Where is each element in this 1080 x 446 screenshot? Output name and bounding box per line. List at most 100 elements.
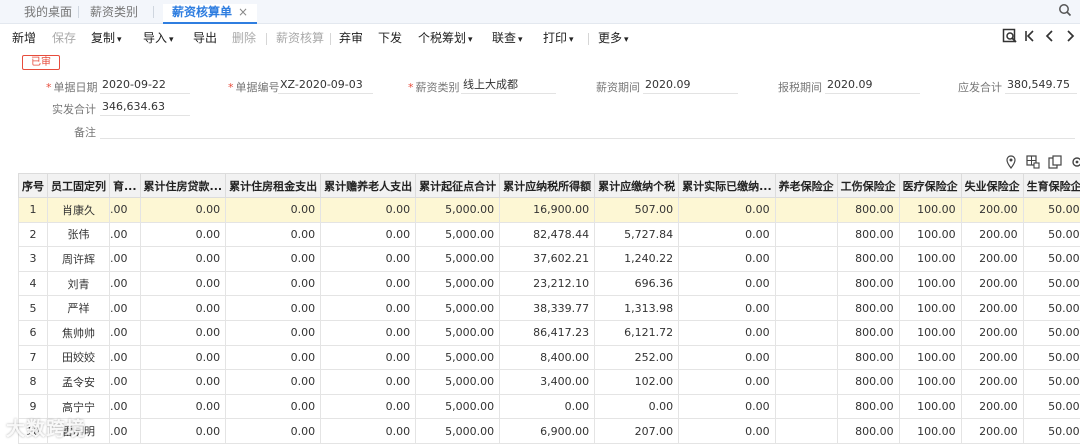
column-header[interactable]: 累计住房租金支出 — [225, 173, 322, 198]
grid-settings-icon[interactable] — [1026, 155, 1040, 169]
table-cell[interactable]: 5,727.84 — [594, 221, 680, 248]
table-cell[interactable]: 6 — [18, 319, 48, 346]
table-cell[interactable]: 2 — [18, 221, 48, 248]
table-cell[interactable]: 100.00 — [898, 246, 962, 272]
table-cell[interactable]: 252.00 — [594, 344, 680, 371]
table-cell[interactable]: 0.00 — [320, 295, 417, 321]
table-cell[interactable]: 50.00 — [1022, 221, 1080, 248]
table-cell[interactable]: 102.00 — [594, 369, 680, 395]
table-cell[interactable]: 50.00 — [1022, 369, 1080, 395]
table-cell[interactable]: 507.00 — [594, 197, 680, 223]
table-cell[interactable] — [774, 246, 838, 272]
table-cell[interactable] — [774, 295, 838, 321]
table-cell[interactable]: 0.00 — [139, 197, 227, 223]
table-cell[interactable]: .00 — [109, 246, 141, 272]
column-header[interactable]: 累计应缴纳个税 — [594, 173, 680, 198]
tab-salary-category[interactable]: 薪资类别 — [90, 4, 138, 22]
table-cell[interactable]: 8,400.00 — [499, 344, 596, 371]
table-cell[interactable]: 0.00 — [225, 369, 322, 395]
table-cell[interactable]: 800.00 — [836, 270, 900, 297]
table-cell[interactable]: 200.00 — [960, 418, 1024, 444]
new-button[interactable]: 新增 — [12, 29, 36, 46]
column-header[interactable]: 医疗保险企 — [898, 173, 962, 198]
table-cell[interactable]: 100.00 — [898, 270, 962, 297]
table-cell[interactable]: 7 — [18, 344, 48, 371]
table-cell[interactable]: 100.00 — [898, 197, 962, 223]
table-cell[interactable]: 800.00 — [836, 369, 900, 395]
table-cell[interactable]: 0.00 — [139, 418, 227, 444]
issue-button[interactable]: 下发 — [378, 29, 402, 46]
table-cell[interactable]: 82,478.44 — [499, 221, 596, 248]
table-cell[interactable]: 严祥 — [47, 295, 110, 321]
table-cell[interactable]: 6,900.00 — [499, 418, 596, 444]
table-row[interactable]: 6 焦帅帅 .00 0.00 0.00 0.00 5,000.00 86,417.23 6,12… — [18, 319, 1080, 346]
table-cell[interactable]: 0.00 — [139, 246, 227, 272]
table-cell[interactable]: 肖康久 — [47, 197, 110, 223]
table-cell[interactable]: 0.00 — [225, 246, 322, 272]
table-cell[interactable]: .00 — [109, 221, 141, 248]
table-cell[interactable]: 1,313.98 — [594, 295, 680, 321]
table-cell[interactable]: 3,400.00 — [499, 369, 596, 395]
table-cell[interactable]: 5,000.00 — [415, 221, 501, 248]
table-cell[interactable]: .00 — [109, 418, 141, 444]
search-doc-icon[interactable] — [1002, 28, 1018, 44]
table-cell[interactable] — [774, 393, 838, 420]
table-cell[interactable]: 38,339.77 — [499, 295, 596, 321]
table-cell[interactable]: 0.00 — [320, 418, 417, 444]
table-cell[interactable]: 孟令安 — [47, 369, 110, 395]
table-cell[interactable]: 0.00 — [225, 418, 322, 444]
table-cell[interactable]: 800.00 — [836, 344, 900, 371]
table-cell[interactable] — [774, 319, 838, 346]
table-cell[interactable]: 50.00 — [1022, 319, 1080, 346]
salary-calc-button[interactable]: 薪资核算 — [276, 29, 324, 46]
table-row[interactable]: 7 田姣姣 .00 0.00 0.00 0.00 5,000.00 8,400.00 252.0… — [18, 344, 1080, 371]
table-cell[interactable]: 0.00 — [225, 221, 322, 248]
chevron-right-icon[interactable] — [1062, 28, 1078, 44]
table-cell[interactable]: 5,000.00 — [415, 270, 501, 297]
table-row[interactable]: 4 刘青 .00 0.00 0.00 0.00 5,000.00 23,212.10 696.3… — [18, 270, 1080, 297]
column-header[interactable]: 生育保险企 — [1022, 173, 1080, 198]
table-cell[interactable]: 0.00 — [678, 369, 776, 395]
table-cell[interactable]: 0.00 — [139, 393, 227, 420]
table-cell[interactable]: .00 — [109, 197, 141, 223]
table-cell[interactable]: 0.00 — [594, 393, 680, 420]
remark-field[interactable] — [100, 123, 1075, 139]
doc-no-field[interactable]: XZ-2020-09-03 — [278, 78, 373, 94]
table-cell[interactable]: 3 — [18, 246, 48, 272]
table-cell[interactable]: 0.00 — [139, 221, 227, 248]
table-cell[interactable]: 1,240.22 — [594, 246, 680, 272]
column-header[interactable]: 序号 — [18, 173, 48, 198]
table-cell[interactable]: 0.00 — [678, 197, 776, 223]
link-query-button[interactable]: 联查 ▾ — [492, 29, 523, 46]
column-header[interactable]: 累计起征点合计 — [415, 173, 501, 198]
table-cell[interactable]: 200.00 — [960, 246, 1024, 272]
table-cell[interactable]: 800.00 — [836, 295, 900, 321]
table-cell[interactable]: 5,000.00 — [415, 197, 501, 223]
table-cell[interactable]: 0.00 — [139, 369, 227, 395]
table-cell[interactable]: 周许辉 — [47, 246, 110, 272]
copy-button[interactable]: 复制 ▾ — [91, 29, 122, 46]
table-cell[interactable]: 0.00 — [678, 319, 776, 346]
import-button[interactable]: 导入 ▾ — [143, 29, 174, 46]
table-cell[interactable]: 86,417.23 — [499, 319, 596, 346]
column-header[interactable]: 累计赡养老人支出 — [320, 173, 417, 198]
table-cell[interactable]: 800.00 — [836, 393, 900, 420]
table-cell[interactable]: 5,000.00 — [415, 319, 501, 346]
column-header[interactable]: 累计住房贷款... — [139, 173, 227, 198]
column-header[interactable]: 员工固定列 — [47, 173, 110, 198]
search-icon[interactable] — [1058, 3, 1072, 17]
table-cell[interactable]: 6,121.72 — [594, 319, 680, 346]
column-header[interactable]: 失业保险企 — [960, 173, 1024, 198]
column-header[interactable]: 养老保险企 — [774, 173, 838, 198]
chevron-left-icon[interactable] — [1042, 28, 1058, 44]
print-button[interactable]: 打印 ▾ — [543, 29, 574, 46]
table-cell[interactable]: 800.00 — [836, 319, 900, 346]
table-row[interactable]: 1 肖康久 .00 0.00 0.00 0.00 5,000.00 16,900.00 507.… — [18, 197, 1080, 223]
table-row[interactable]: 10 雷明明 .00 0.00 0.00 0.00 5,000.00 6,900.00 207.… — [18, 418, 1080, 444]
table-cell[interactable]: 0.00 — [320, 319, 417, 346]
table-cell[interactable]: 0.00 — [225, 295, 322, 321]
table-cell[interactable]: 5,000.00 — [415, 295, 501, 321]
table-cell[interactable]: 200.00 — [960, 393, 1024, 420]
table-cell[interactable]: 8 — [18, 369, 48, 395]
table-cell[interactable]: 0.00 — [139, 270, 227, 297]
